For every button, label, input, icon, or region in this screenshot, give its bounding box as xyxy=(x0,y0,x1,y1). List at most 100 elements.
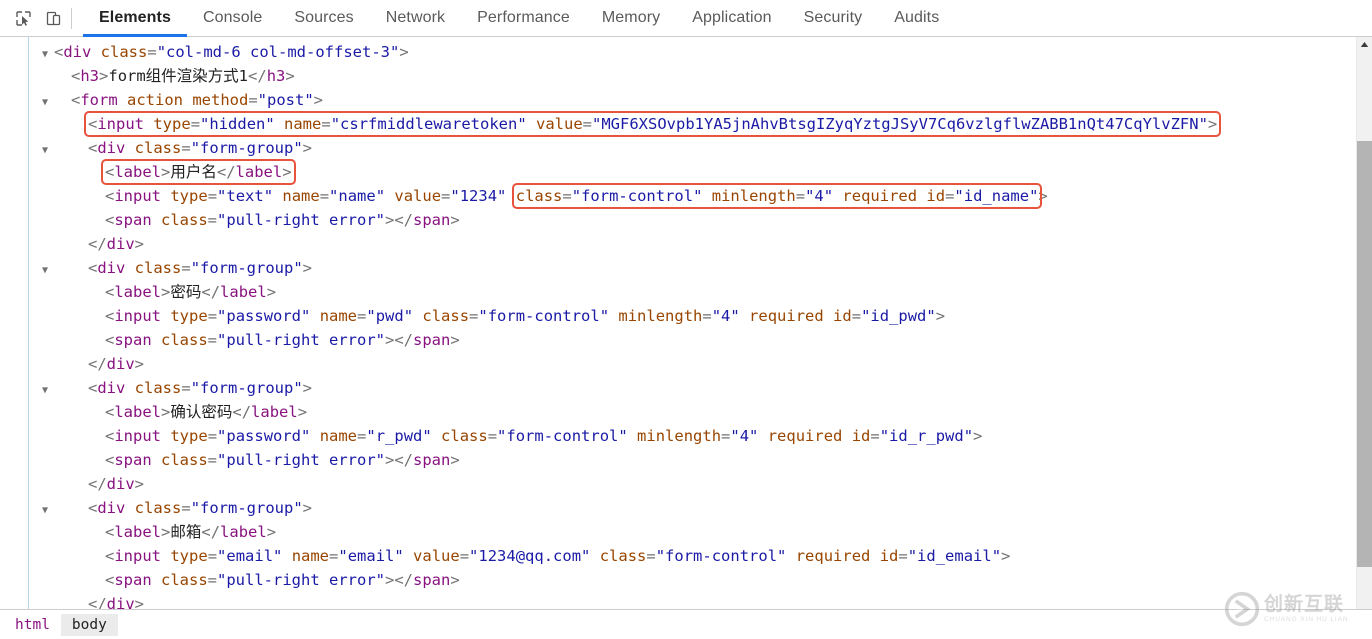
code-token-punc: </ xyxy=(232,403,252,421)
code-token-punc: > xyxy=(450,331,460,349)
code-token-punc: < xyxy=(71,67,81,85)
code-token-text: 密码 xyxy=(170,283,202,301)
code-token-punc: > xyxy=(134,475,145,493)
code-token-tag: input xyxy=(97,115,145,133)
code-token-attr: required xyxy=(758,427,843,445)
line-label-username[interactable]: ▼<label>用户名</label> xyxy=(0,159,1357,185)
code-token-punc: < xyxy=(88,379,98,397)
code-token-tag: div xyxy=(106,355,135,373)
code-token-attr: name xyxy=(273,187,320,205)
line-span-error-4[interactable]: ▼<span class="pull-right error"></span> xyxy=(0,568,1357,592)
line-input-pwd[interactable]: ▼<input type="password" name="pwd" class… xyxy=(0,304,1357,328)
code-token-punc: > xyxy=(302,499,313,517)
code-token-punc: ></ xyxy=(385,571,413,589)
code-token-val: "form-group" xyxy=(190,499,303,517)
line-div-form-group-3[interactable]: ▼ <div class="form-group"> xyxy=(0,376,1357,400)
code-token-punc: < xyxy=(105,523,115,541)
code-token-punc: = xyxy=(646,547,656,565)
line-div-col-md[interactable]: ▼ <div class="col-md-6 col-md-offset-3"> xyxy=(0,40,1357,64)
code-token-punc: < xyxy=(105,451,115,469)
code-token-punc: < xyxy=(105,547,115,565)
tab-elements[interactable]: Elements xyxy=(83,0,187,37)
line-close-div-3[interactable]: ▼</div> xyxy=(0,472,1357,496)
tab-sources[interactable]: Sources xyxy=(278,0,369,36)
code-token-tag: label xyxy=(251,403,298,421)
code-token-tag: label xyxy=(220,283,267,301)
breadcrumb-item-html[interactable]: html xyxy=(4,614,61,636)
tab-application[interactable]: Application xyxy=(676,0,787,36)
line-span-error-2[interactable]: ▼<span class="pull-right error"></span> xyxy=(0,328,1357,352)
tab-label: Memory xyxy=(601,9,661,26)
code-token-punc: > xyxy=(161,403,171,421)
code-token-val: "id_email" xyxy=(907,547,1002,565)
tab-label: Sources xyxy=(294,9,354,26)
line-span-error-1[interactable]: ▼<span class="pull-right error"></span> xyxy=(0,208,1357,232)
code-token-attr: value xyxy=(403,547,460,565)
line-label-confirm-password[interactable]: ▼<label>确认密码</label> xyxy=(0,400,1357,424)
breadcrumb-item-body[interactable]: body xyxy=(60,613,118,636)
code-token-attr: class xyxy=(151,451,208,469)
code-token-val: "4" xyxy=(805,187,834,205)
code-token-punc: </ xyxy=(201,523,221,541)
code-token-tag: label xyxy=(235,163,283,181)
line-input-name[interactable]: ▼<input type="text" name="name" value="1… xyxy=(0,183,1357,209)
code-token-attr: id xyxy=(870,547,899,565)
code-token-punc: = xyxy=(357,427,367,445)
code-token-tag: span xyxy=(413,211,451,229)
code-token-punc: = xyxy=(207,451,218,469)
code-token-punc: > xyxy=(1207,115,1218,133)
tab-performance[interactable]: Performance xyxy=(461,0,586,36)
code-token-attr: minlength xyxy=(627,427,722,445)
tab-label: Audits xyxy=(894,9,940,26)
code-token-punc: < xyxy=(105,163,115,181)
highlight-box: <input type="hidden" name="csrfmiddlewar… xyxy=(83,111,1222,137)
scrollbar-thumb[interactable] xyxy=(1357,141,1372,567)
line-close-div-4[interactable]: ▼</div> xyxy=(0,592,1357,609)
tab-audits[interactable]: Audits xyxy=(878,0,955,36)
code-token-val: "4" xyxy=(730,427,759,445)
code-token-punc: < xyxy=(88,115,98,133)
line-input-csrf[interactable]: ▼<input type="hidden" name="csrfmiddlewa… xyxy=(0,111,1357,137)
line-input-r-pwd[interactable]: ▼<input type="password" name="r_pwd" cla… xyxy=(0,424,1357,448)
inspect-element-icon[interactable] xyxy=(8,4,38,32)
code-token-punc: > xyxy=(302,379,313,397)
line-form[interactable]: ▼ <form action method="post"> xyxy=(0,88,1357,112)
device-toolbar-icon[interactable] xyxy=(38,4,68,32)
code-token-val: "password" xyxy=(217,427,311,445)
tab-security[interactable]: Security xyxy=(788,0,879,36)
line-input-email[interactable]: ▼<input type="email" name="email" value=… xyxy=(0,544,1357,568)
code-token-tag: div xyxy=(97,379,126,397)
code-token-punc: > xyxy=(134,595,145,609)
line-h3[interactable]: ▼<h3>form组件渲染方式1</h3> xyxy=(0,64,1357,88)
code-token-punc: < xyxy=(88,499,98,517)
line-label-password[interactable]: ▼<label>密码</label> xyxy=(0,280,1357,304)
line-div-form-group-2[interactable]: ▼ <div class="form-group"> xyxy=(0,256,1357,280)
code-token-attr: type xyxy=(161,547,208,565)
scroll-up-arrow-icon[interactable] xyxy=(1357,37,1372,52)
code-token-punc: = xyxy=(702,307,712,325)
tab-console[interactable]: Console xyxy=(187,0,278,36)
line-div-form-group-1[interactable]: ▼ <div class="form-group"> xyxy=(0,136,1357,160)
devtools-window: Elements Console Sources Network Performance… xyxy=(0,0,1372,639)
code-token-punc: = xyxy=(181,499,191,517)
line-div-form-group-4[interactable]: ▼ <div class="form-group"> xyxy=(0,496,1357,520)
dom-tree[interactable]: ▼<div class="col-md-6 col-md-offset-3"> ▼… xyxy=(0,37,1357,609)
code-token-tag: span xyxy=(114,211,152,229)
code-token-attr: name xyxy=(282,547,330,565)
line-label-email[interactable]: ▼<label>邮箱</label> xyxy=(0,520,1357,544)
tab-memory[interactable]: Memory xyxy=(586,0,676,36)
panel-tabs: Elements Console Sources Network Performance… xyxy=(83,0,1372,37)
code-token-punc: = xyxy=(321,115,331,133)
code-token-punc: = xyxy=(469,307,479,325)
code-token-tag: span xyxy=(114,451,152,469)
vertical-scrollbar[interactable] xyxy=(1356,37,1372,609)
code-token-tag: label xyxy=(114,283,162,301)
tab-network[interactable]: Network xyxy=(370,0,461,36)
code-token-punc: > xyxy=(450,571,460,589)
line-close-div-1[interactable]: ▼</div> xyxy=(0,232,1357,256)
code-token-val: "email" xyxy=(338,547,404,565)
code-token-punc: < xyxy=(105,283,115,301)
code-token-attr: name xyxy=(310,307,358,325)
line-close-div-2[interactable]: ▼</div> xyxy=(0,352,1357,376)
line-span-error-3[interactable]: ▼<span class="pull-right error"></span> xyxy=(0,448,1357,472)
